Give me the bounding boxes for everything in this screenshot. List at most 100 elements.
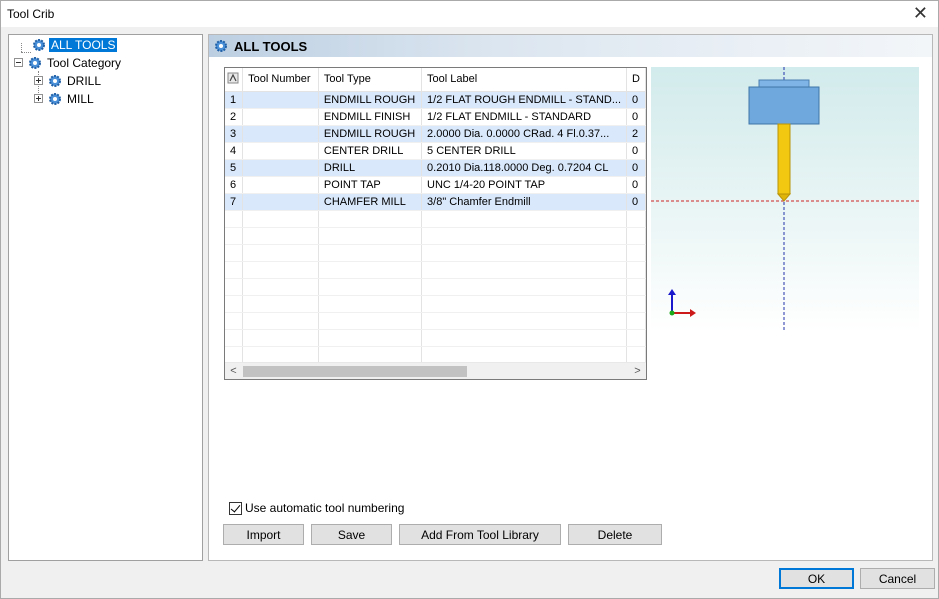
cell-d: 0: [626, 142, 646, 160]
empty-row: [225, 329, 646, 347]
cell-tool-label: 5 CENTER DRILL: [421, 142, 628, 160]
cell-tool-type: DRILL: [318, 159, 423, 177]
tree-item-label: MILL: [67, 91, 94, 106]
empty-row: [225, 210, 646, 228]
table-row[interactable]: 2 ENDMILL FINISH 1/2 FLAT ENDMILL - STAN…: [225, 108, 646, 126]
cell-tool-number: 4: [225, 142, 244, 160]
cell-empty: [242, 125, 319, 143]
cell-tool-type: CENTER DRILL: [318, 142, 423, 160]
gear-icon: [49, 74, 61, 87]
cell-tool-type: ENDMILL ROUGH: [318, 125, 423, 143]
tools-panel: ALL TOOLS Tool Number Tool Type Tool Lab…: [208, 34, 933, 561]
cell-empty: [242, 159, 319, 177]
dialog-body: ALL TOOLS Tool Category DRILL MILL ALL T…: [0, 27, 939, 599]
panel-title: ALL TOOLS: [234, 38, 308, 54]
sort-icon: [227, 72, 239, 84]
tree-item-tool-category[interactable]: Tool Category: [14, 54, 123, 71]
empty-row: [225, 295, 646, 313]
tools-table: Tool Number Tool Type Tool Label D 1 END…: [225, 68, 646, 364]
gear-icon: [215, 40, 227, 52]
cell-d: 2: [626, 125, 646, 143]
close-icon[interactable]: ✕: [913, 4, 928, 22]
column-header-tool-number[interactable]: Tool Number: [242, 68, 319, 92]
import-button[interactable]: Import: [223, 524, 304, 545]
tree-connector: [21, 43, 22, 52]
cell-tool-number: 6: [225, 176, 244, 194]
cell-tool-type: POINT TAP: [318, 176, 423, 194]
table-row[interactable]: 4 CENTER DRILL 5 CENTER DRILL 0: [225, 142, 646, 160]
cell-tool-label: 1/2 FLAT ROUGH ENDMILL - STAND...: [421, 91, 628, 109]
gear-icon: [33, 38, 45, 51]
cell-tool-number: 1: [225, 91, 244, 109]
column-header-tool-label[interactable]: Tool Label: [421, 68, 628, 92]
cell-empty: [242, 91, 319, 109]
cell-empty: [242, 142, 319, 160]
gear-icon: [49, 92, 61, 105]
collapse-icon[interactable]: [14, 58, 23, 67]
empty-row: [225, 278, 646, 296]
empty-row: [225, 312, 646, 330]
cell-d: 0: [626, 176, 646, 194]
expand-icon[interactable]: [34, 94, 43, 103]
table-row[interactable]: 5 DRILL 0.2010 Dia.118.0000 Deg. 0.7204 …: [225, 159, 646, 177]
tool-preview-graphic: [651, 67, 919, 332]
window-title: Tool Crib: [7, 7, 55, 21]
cell-empty: [242, 193, 319, 211]
tree-item-label: Tool Category: [47, 55, 122, 70]
tree-item-all-tools[interactable]: ALL TOOLS: [31, 36, 118, 53]
empty-row: [225, 244, 646, 262]
cell-tool-number: 3: [225, 125, 244, 143]
cell-d: 0: [626, 193, 646, 211]
auto-numbering-option[interactable]: Use automatic tool numbering: [229, 501, 404, 515]
cell-tool-label: 0.2010 Dia.118.0000 Deg. 0.7204 CL: [421, 159, 628, 177]
tree-item-label: ALL TOOLS: [49, 37, 118, 52]
cell-tool-number: 5: [225, 159, 244, 177]
tool-category-tree[interactable]: ALL TOOLS Tool Category DRILL MILL: [8, 34, 203, 561]
tree-item-label: DRILL: [67, 73, 102, 88]
column-select-all[interactable]: [225, 68, 244, 92]
table-row[interactable]: 6 POINT TAP UNC 1/4-20 POINT TAP 0: [225, 176, 646, 194]
add-from-tool-library-button[interactable]: Add From Tool Library: [399, 524, 561, 545]
ok-button[interactable]: OK: [779, 568, 854, 589]
empty-row: [225, 227, 646, 245]
column-header-d[interactable]: D: [626, 68, 646, 92]
grid-header-row: Tool Number Tool Type Tool Label D: [225, 68, 646, 92]
cell-tool-number: 7: [225, 193, 244, 211]
scroll-left-icon[interactable]: <: [225, 363, 242, 379]
scrollbar-thumb[interactable]: [243, 366, 467, 377]
cell-tool-number: 2: [225, 108, 244, 126]
scroll-right-icon[interactable]: >: [629, 363, 646, 379]
cell-tool-type: ENDMILL FINISH: [318, 108, 423, 126]
cell-tool-label: 2.0000 Dia. 0.0000 CRad. 4 Fl.0.37...: [421, 125, 628, 143]
cell-empty: [242, 176, 319, 194]
gear-icon: [29, 56, 41, 69]
delete-button[interactable]: Delete: [568, 524, 662, 545]
tool-preview-viewport[interactable]: [651, 67, 919, 332]
cell-tool-label: 1/2 FLAT ENDMILL - STANDARD: [421, 108, 628, 126]
cancel-button[interactable]: Cancel: [860, 568, 935, 589]
table-row[interactable]: 1 ENDMILL ROUGH 1/2 FLAT ROUGH ENDMILL -…: [225, 91, 646, 109]
auto-numbering-checkbox[interactable]: [229, 501, 242, 515]
cell-d: 0: [626, 91, 646, 109]
cell-d: 0: [626, 159, 646, 177]
tree-connector: [21, 52, 31, 53]
save-button[interactable]: Save: [311, 524, 392, 545]
table-row[interactable]: 7 CHAMFER MILL 3/8" Chamfer Endmill 0: [225, 193, 646, 211]
cell-tool-label: 3/8" Chamfer Endmill: [421, 193, 628, 211]
panel-header: ALL TOOLS: [209, 35, 932, 57]
table-row[interactable]: 3 ENDMILL ROUGH 2.0000 Dia. 0.0000 CRad.…: [225, 125, 646, 143]
expand-icon[interactable]: [34, 76, 43, 85]
cell-d: 0: [626, 108, 646, 126]
cell-tool-label: UNC 1/4-20 POINT TAP: [421, 176, 628, 194]
empty-row: [225, 346, 646, 364]
tools-grid[interactable]: Tool Number Tool Type Tool Label D 1 END…: [224, 67, 647, 380]
horizontal-scrollbar[interactable]: < >: [225, 362, 646, 379]
tree-item-drill[interactable]: DRILL: [34, 72, 103, 89]
title-bar: Tool Crib ✕: [0, 0, 939, 27]
column-header-tool-type[interactable]: Tool Type: [318, 68, 423, 92]
empty-row: [225, 261, 646, 279]
auto-numbering-label: Use automatic tool numbering: [245, 501, 405, 515]
cell-empty: [242, 108, 319, 126]
tree-item-mill[interactable]: MILL: [34, 90, 96, 107]
cell-tool-type: CHAMFER MILL: [318, 193, 423, 211]
